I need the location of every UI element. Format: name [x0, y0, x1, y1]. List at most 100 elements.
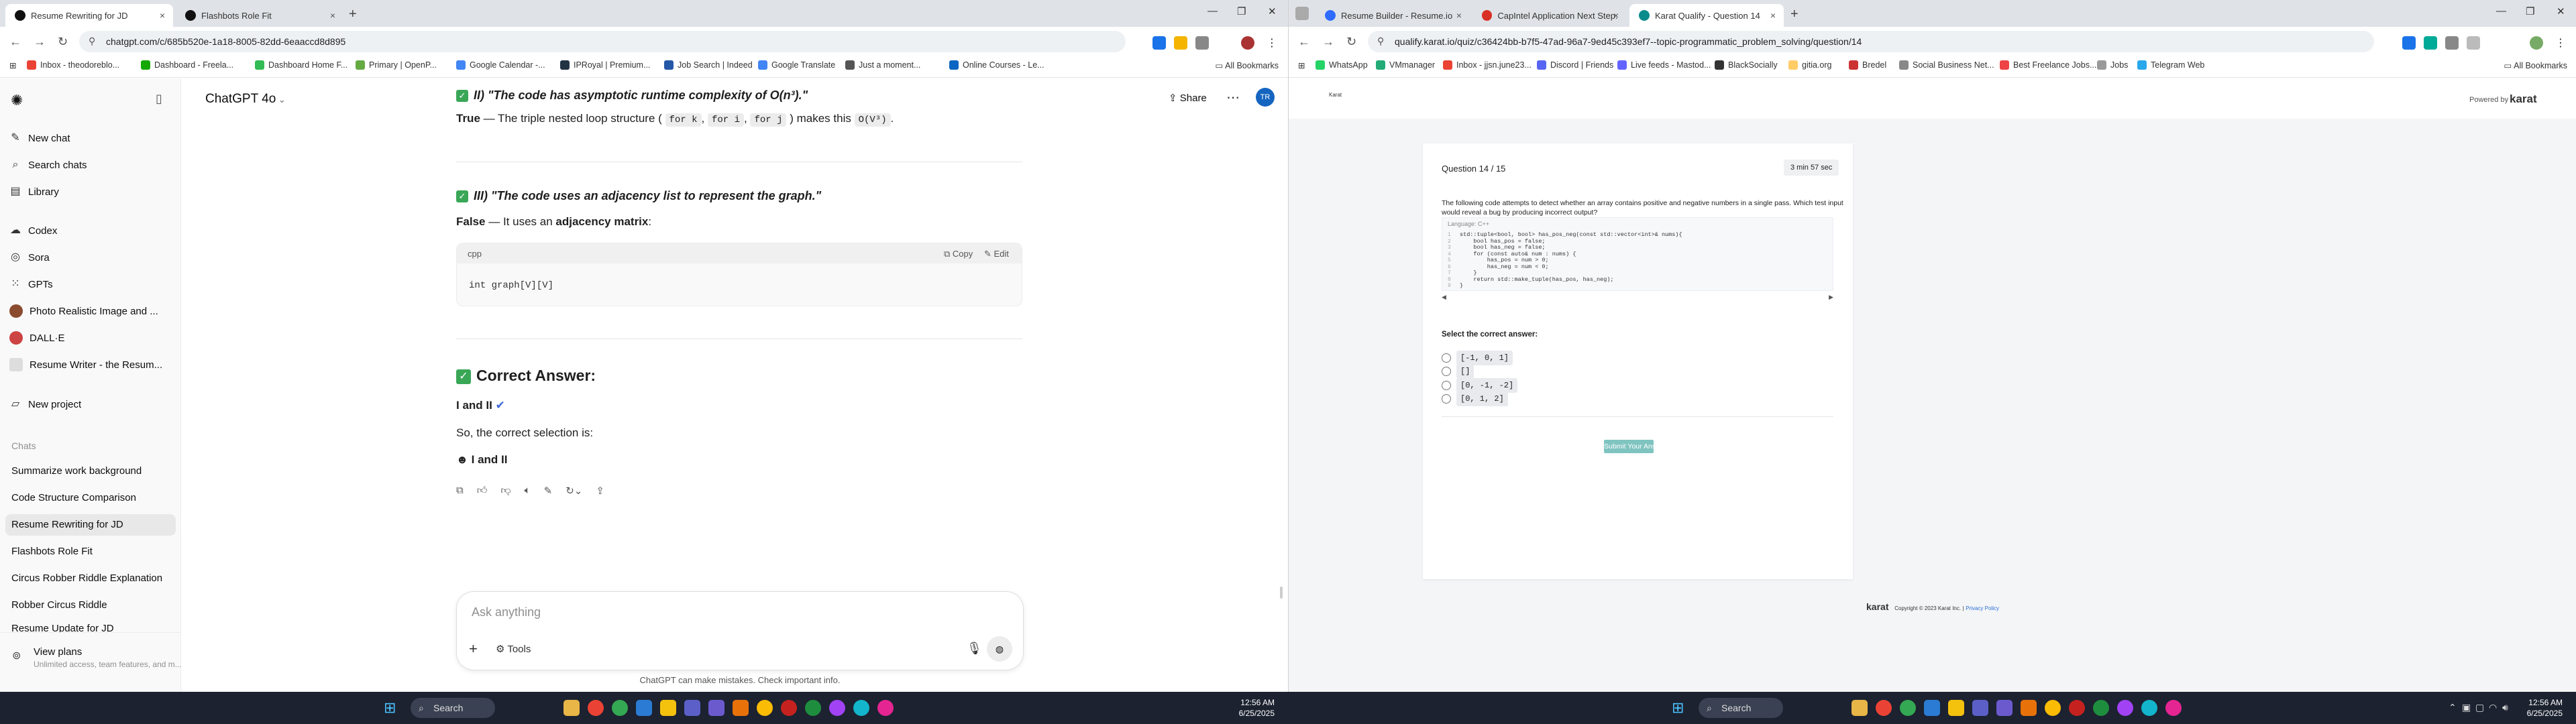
clock[interactable]: 12:56 AM 6/25/2025 — [2516, 697, 2563, 719]
extension-icon[interactable] — [1152, 36, 1166, 50]
microphone-icon[interactable]: 🎙︎ — [967, 642, 982, 656]
teams-icon[interactable] — [1972, 700, 1988, 716]
bookmark-item[interactable]: Dashboard Home F... — [255, 60, 347, 70]
chrome-icon[interactable] — [2093, 700, 2109, 716]
bookmark-item[interactable]: Google Calendar -... — [456, 60, 545, 70]
address-bar[interactable]: ⚲ chatgpt.com/c/685b520e-1a18-8005-82dd-… — [79, 31, 1126, 52]
extension-icon[interactable] — [2402, 36, 2416, 50]
vscode-icon[interactable] — [636, 700, 652, 716]
back-icon[interactable]: ← — [9, 35, 21, 49]
bookmark-item[interactable]: BlackSocially — [1715, 60, 1778, 70]
all-bookmarks[interactable]: ▭ All Bookmarks — [2504, 60, 2567, 70]
file-explorer-icon[interactable] — [564, 700, 580, 716]
taskbar-search[interactable]: ⌕ Search — [1699, 698, 1783, 718]
chrome-icon[interactable] — [612, 700, 628, 716]
sidebar-new-chat[interactable]: ✎ New chat — [9, 132, 70, 144]
bookmark-item[interactable]: Job Search | Indeed — [664, 60, 753, 70]
read-aloud-icon[interactable]: 🔈︎ — [525, 485, 531, 497]
minimize-icon[interactable]: — — [1208, 5, 1218, 17]
maximize-icon[interactable]: ❐ — [2526, 5, 2534, 17]
apps-grid-icon[interactable]: ⊞ — [9, 60, 16, 70]
reload-icon[interactable]: ↻ — [1346, 35, 1356, 49]
radio-button[interactable] — [1442, 353, 1451, 363]
extensions-puzzle-icon[interactable] — [1195, 36, 1209, 50]
privacy-policy-link[interactable]: Privacy Policy — [1966, 605, 1999, 611]
sidebar-new-project[interactable]: ▱ New project — [9, 398, 81, 410]
model-selector[interactable]: ChatGPT 4o ⌄ — [205, 92, 286, 107]
view-plans[interactable]: ⊚ View plans Unlimited access, team feat… — [0, 632, 182, 692]
bookmark-item[interactable]: WhatsApp — [1316, 60, 1368, 70]
tools-button[interactable]: ⚙ Tools — [496, 643, 531, 655]
bookmark-item[interactable]: Just a moment... — [845, 60, 920, 70]
chat-item-selected[interactable]: Resume Rewriting for JD — [5, 514, 176, 536]
scroll-left-icon[interactable]: ◀ — [1442, 294, 1446, 301]
bookmark-item[interactable]: Google Translate — [758, 60, 835, 70]
copy-icon[interactable]: ⧉ — [456, 485, 464, 497]
tray-overflow-icon[interactable]: ⌃ — [2449, 702, 2457, 713]
menu-kebab-icon[interactable]: ⋮ — [2554, 36, 2567, 50]
extensions-puzzle-icon[interactable] — [2445, 36, 2459, 50]
site-info-icon[interactable]: ⚲ — [1377, 36, 1384, 47]
chat-item[interactable]: Robber Circus Riddle — [5, 595, 176, 616]
answer-option[interactable]: [] — [1442, 364, 1474, 379]
submit-answer-button[interactable]: Submit Your Answer — [1604, 440, 1654, 453]
chrome-icon[interactable] — [2117, 700, 2133, 716]
chrome-icon[interactable] — [1876, 700, 1892, 716]
close-tab-icon[interactable]: × — [1613, 10, 1619, 21]
bookmark-item[interactable]: Online Courses - Le... — [949, 60, 1044, 70]
openai-logo-icon[interactable]: ✺ — [11, 92, 23, 109]
answer-option[interactable]: [-1, 0, 1] — [1442, 351, 1513, 365]
answer-option[interactable]: [0, -1, -2] — [1442, 378, 1518, 393]
bookmark-item[interactable]: Live feeds - Mastod... — [1617, 60, 1711, 70]
copy-code-button[interactable]: ⧉ Copy — [944, 249, 973, 259]
sidebar-search-chats[interactable]: ⌕ Search chats — [9, 159, 87, 171]
side-panel-icon[interactable] — [2467, 36, 2480, 50]
add-attachment-icon[interactable]: + — [469, 640, 478, 658]
regenerate-icon[interactable]: ↻⌄ — [566, 485, 582, 497]
chrome-icon[interactable] — [2141, 700, 2157, 716]
tab-karat-qualify[interactable]: Karat Qualify - Question 14 × — [1629, 4, 1784, 27]
tray-app-icon[interactable]: ▢ — [2475, 702, 2484, 713]
radio-button[interactable] — [1442, 367, 1451, 376]
app-icon[interactable] — [1996, 700, 2012, 716]
bookmark-item[interactable]: Inbox - theodoreblo... — [27, 60, 119, 70]
back-icon[interactable]: ← — [1298, 35, 1310, 49]
site-info-icon[interactable]: ⚲ — [89, 36, 95, 47]
voice-mode-icon[interactable]: ◍ — [987, 636, 1012, 662]
maximize-icon[interactable]: ❐ — [1237, 5, 1246, 17]
code-viewer[interactable]: Language: C++ 1 std::tuple<bool, bool> ha… — [1442, 217, 1833, 291]
chrome-icon[interactable] — [781, 700, 797, 716]
chrome-icon[interactable] — [1900, 700, 1916, 716]
app-icon[interactable] — [660, 700, 676, 716]
bookmark-item[interactable]: Discord | Friends — [1537, 60, 1613, 70]
chrome-icon[interactable] — [853, 700, 869, 716]
minimize-icon[interactable]: — — [2496, 5, 2506, 17]
chrome-icon[interactable] — [757, 700, 773, 716]
chat-item[interactable]: Code Structure Comparison — [5, 487, 176, 509]
thumbs-down-icon[interactable]: 👎︎ — [500, 485, 511, 497]
clock[interactable]: 12:56 AM 6/25/2025 — [1228, 697, 1275, 719]
bookmark-item[interactable]: Bredel — [1849, 60, 1886, 70]
sidebar-sora[interactable]: ◎ Sora — [9, 251, 50, 263]
share-button[interactable]: ⇪ Share — [1169, 92, 1207, 104]
edit-canvas-icon[interactable]: ✎ — [544, 485, 553, 497]
extension-icon[interactable] — [1174, 36, 1187, 50]
chrome-icon[interactable] — [588, 700, 604, 716]
user-avatar[interactable]: TR — [1256, 88, 1275, 107]
new-tab-icon[interactable]: + — [1790, 7, 1799, 22]
menu-kebab-icon[interactable]: ⋮ — [1265, 36, 1279, 50]
all-bookmarks[interactable]: ▭ All Bookmarks — [1216, 60, 1279, 70]
taskbar-search[interactable]: ⌕ Search — [411, 698, 495, 718]
bookmark-item[interactable]: Jobs — [2097, 60, 2128, 70]
bookmark-item[interactable]: VMmanager — [1376, 60, 1435, 70]
vscode-icon[interactable] — [1924, 700, 1940, 716]
chrome-icon[interactable] — [2045, 700, 2061, 716]
sidebar-dalle[interactable]: DALL·E — [9, 331, 65, 345]
teams-icon[interactable] — [684, 700, 700, 716]
apps-grid-icon[interactable]: ⊞ — [1298, 60, 1305, 70]
chat-item[interactable]: Circus Robber Riddle Explanation — [5, 568, 176, 589]
profile-avatar[interactable] — [2530, 36, 2543, 50]
volume-icon[interactable]: 🔊︎ — [2502, 702, 2508, 713]
share-icon[interactable]: ⇪ — [596, 485, 604, 497]
sidebar-codex[interactable]: ☁ Codex — [9, 225, 57, 237]
